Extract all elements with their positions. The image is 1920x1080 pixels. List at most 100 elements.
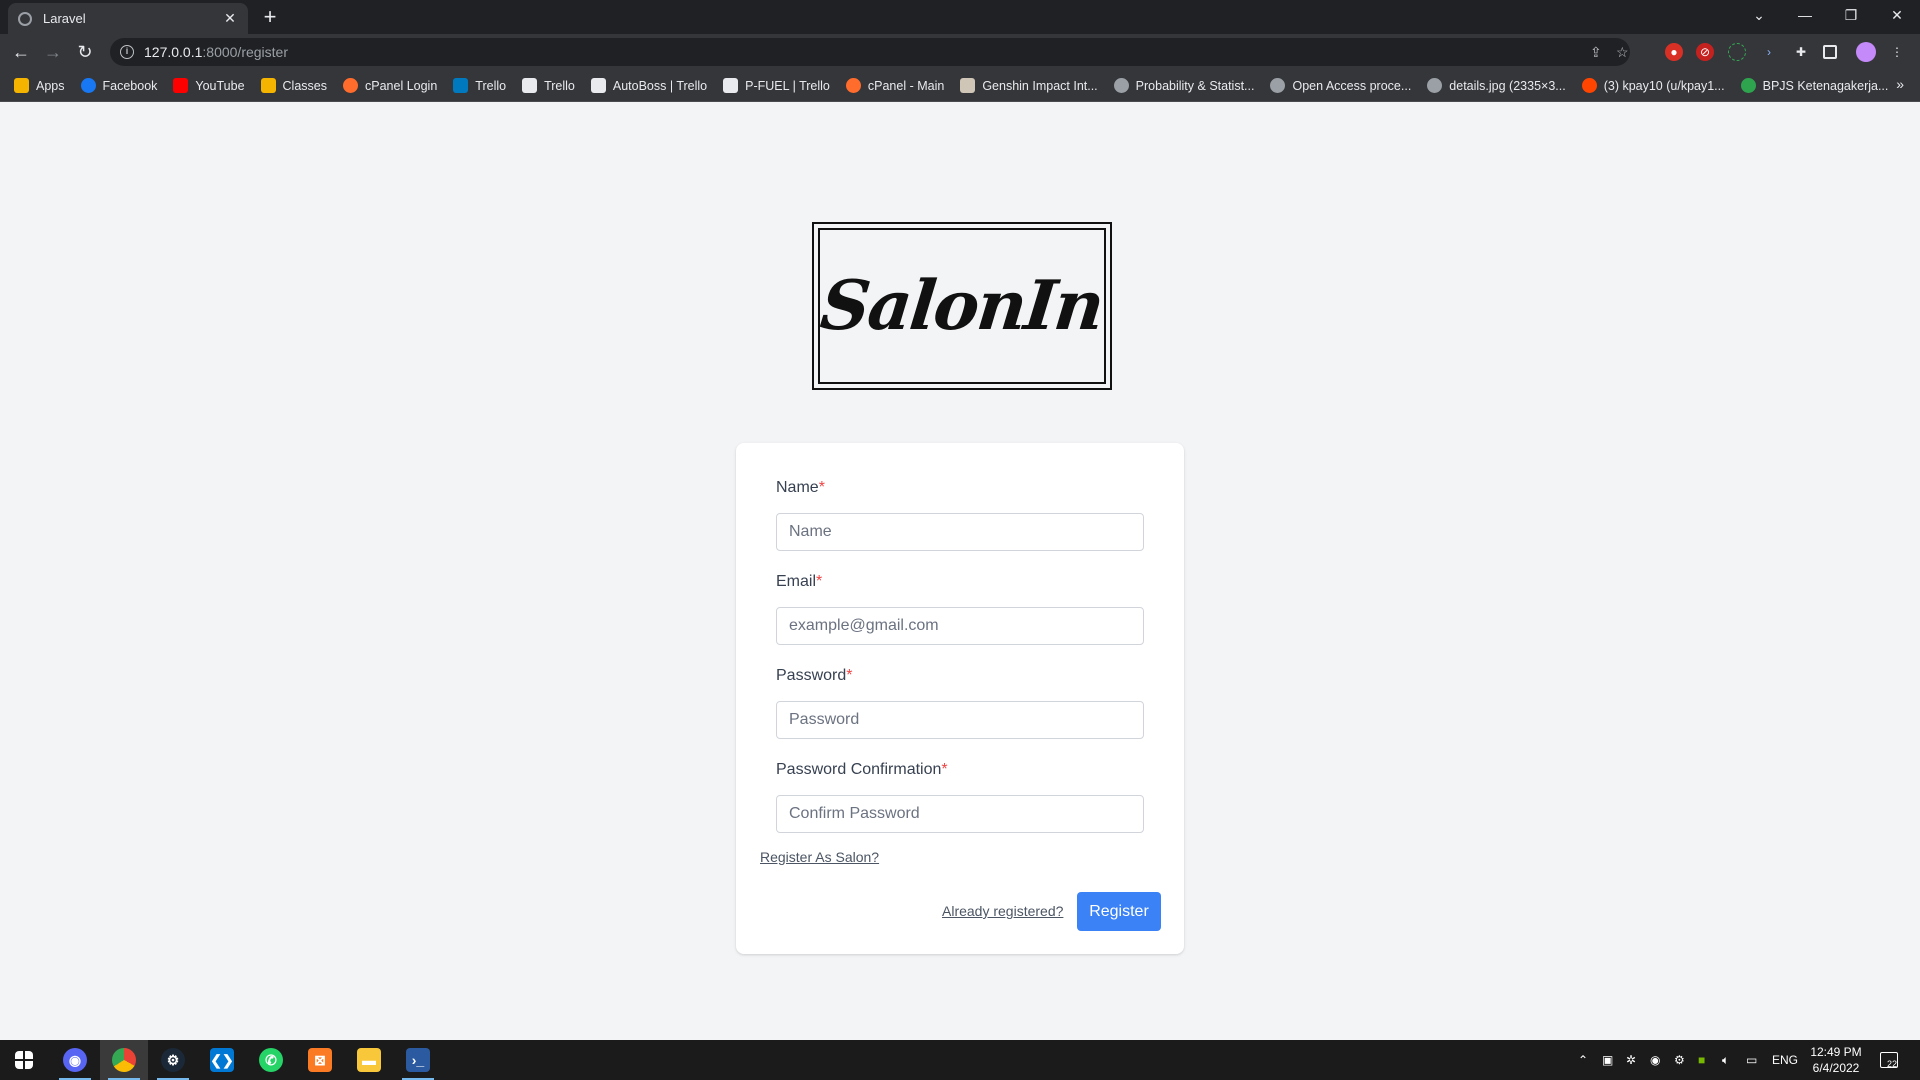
bookmarks-bar: Apps Facebook YouTube Classes cPanel Log…: [0, 70, 1920, 102]
taskbar-whatsapp[interactable]: ✆: [247, 1040, 295, 1080]
browser-tab-bar: Laravel ✕ + ⌄ — ❐ ✕: [0, 0, 1920, 34]
menu-kebab-icon[interactable]: ⋮: [1888, 43, 1906, 61]
address-bar[interactable]: i 127.0.0.1:8000/register ⇪ ☆: [110, 38, 1630, 66]
profile-avatar[interactable]: [1856, 42, 1876, 62]
site-info-icon[interactable]: i: [120, 45, 134, 59]
bookmark-reddit[interactable]: (3) kpay10 (u/kpay1...: [1581, 78, 1725, 93]
taskbar-powershell[interactable]: ›_: [394, 1040, 442, 1080]
salonin-logo: SalonIn: [812, 222, 1112, 390]
name-input[interactable]: [776, 513, 1144, 551]
close-tab-icon[interactable]: ✕: [222, 10, 238, 27]
bookmark-open-access[interactable]: Open Access proce...: [1270, 78, 1411, 93]
forward-button[interactable]: →: [42, 41, 64, 63]
register-page: SalonIn Name* Email* Password* Password …: [0, 102, 1920, 1040]
bookmark-details-jpg[interactable]: details.jpg (2335×3...: [1427, 78, 1566, 93]
password-label: Password*: [776, 667, 1144, 689]
tray-network-icon[interactable]: ▭: [1746, 1040, 1757, 1080]
share-icon[interactable]: ⇪: [1590, 38, 1602, 66]
browser-tab[interactable]: Laravel ✕: [8, 3, 248, 34]
clock-time: 12:49 PM: [1810, 1045, 1862, 1059]
bookmark-apps[interactable]: Apps: [14, 78, 65, 93]
minimize-button[interactable]: —: [1782, 0, 1828, 30]
bookmark-label: cPanel Login: [365, 78, 438, 93]
url-host: 127.0.0.1: [144, 44, 203, 60]
password-input[interactable]: [776, 701, 1144, 739]
bookmark-pfuel[interactable]: P-FUEL | Trello: [723, 78, 830, 93]
bookmark-probability[interactable]: Probability & Statist...: [1113, 78, 1255, 93]
logo-wordmark: SalonIn: [817, 266, 1107, 346]
cpanel-icon: [343, 78, 358, 93]
powershell-icon: ›_: [406, 1048, 430, 1072]
tray-overflow-icon[interactable]: ⌃: [1578, 1040, 1588, 1080]
new-tab-button[interactable]: +: [259, 6, 281, 28]
bookmark-label: BPJS Ketenagakerja...: [1762, 78, 1889, 93]
tray-language[interactable]: ENG: [1772, 1040, 1798, 1080]
register-button[interactable]: Register: [1077, 892, 1161, 931]
bookmark-star-icon[interactable]: ☆: [1616, 38, 1629, 66]
name-field-group: Name*: [776, 479, 1144, 551]
close-window-button[interactable]: ✕: [1874, 0, 1920, 30]
tray-discord-icon[interactable]: ◉: [1650, 1040, 1660, 1080]
password-confirm-label: Password Confirmation*: [776, 761, 1144, 783]
classroom-icon: [260, 78, 276, 93]
bookmark-label: Apps: [36, 78, 65, 93]
taskbar-vscode[interactable]: ❮❯: [198, 1040, 246, 1080]
tray-steam-icon[interactable]: ⚙: [1674, 1040, 1685, 1080]
taskbar-clock[interactable]: 12:49 PM 6/4/2022: [1808, 1044, 1864, 1076]
extension-red-icon[interactable]: ●: [1665, 43, 1683, 61]
browser-toolbar: ← → ↻ i 127.0.0.1:8000/register ⇪ ☆ ● ⊘ …: [0, 34, 1920, 70]
genshin-icon: [960, 78, 976, 93]
already-registered-link[interactable]: Already registered?: [942, 903, 1063, 919]
bookmark-label: Open Access proce...: [1292, 78, 1412, 93]
bookmark-youtube[interactable]: YouTube: [173, 78, 245, 93]
bookmarks-overflow-icon[interactable]: »: [1896, 76, 1904, 92]
reload-button[interactable]: ↻: [74, 41, 96, 63]
bookmark-classes[interactable]: Classes: [260, 78, 327, 93]
trello-icon: [723, 78, 739, 93]
taskbar-chrome[interactable]: [100, 1040, 148, 1080]
tab-search-icon[interactable]: ⌄: [1736, 0, 1782, 30]
bookmark-label: Trello: [475, 78, 507, 93]
trello-icon: [453, 78, 469, 93]
tray-settings-icon[interactable]: ✲: [1626, 1040, 1636, 1080]
extension-dashed-icon[interactable]: [1728, 43, 1746, 61]
tray-nvidia-icon[interactable]: ■: [1698, 1040, 1705, 1080]
bookmark-genshin[interactable]: Genshin Impact Int...: [960, 78, 1098, 93]
extension-block-icon[interactable]: ⊘: [1696, 43, 1714, 61]
tray-volume-icon[interactable]: 🔈︎: [1722, 1040, 1729, 1080]
windows-logo-icon: [15, 1051, 33, 1069]
bookmark-label: Probability & Statist...: [1135, 78, 1255, 93]
bookmark-cpanel-main[interactable]: cPanel - Main: [845, 78, 945, 93]
facebook-icon: [80, 78, 96, 93]
bookmark-bpjs[interactable]: BPJS Ketenagakerja...: [1740, 78, 1889, 93]
bookmark-facebook[interactable]: Facebook: [80, 78, 157, 93]
notification-icon: 22: [1880, 1052, 1898, 1069]
register-as-salon-link[interactable]: Register As Salon?: [760, 849, 879, 865]
restore-button[interactable]: ❐: [1828, 0, 1874, 30]
back-button[interactable]: ←: [10, 41, 32, 63]
bookmark-label: cPanel - Main: [867, 78, 945, 93]
bookmark-label: Genshin Impact Int...: [982, 78, 1098, 93]
bookmark-label: details.jpg (2335×3...: [1449, 78, 1566, 93]
bookmark-trello-2[interactable]: Trello: [522, 78, 575, 93]
globe-icon: [1113, 78, 1129, 93]
notification-center[interactable]: 22: [1880, 1040, 1898, 1080]
email-input[interactable]: [776, 607, 1144, 645]
bookmark-label: Classes: [282, 78, 327, 93]
taskbar-steam[interactable]: ⚙: [149, 1040, 197, 1080]
taskbar-file-explorer[interactable]: ▬: [345, 1040, 393, 1080]
extensions-puzzle-icon[interactable]: ✚: [1792, 43, 1810, 61]
taskbar-discord[interactable]: ◉: [51, 1040, 99, 1080]
tray-app-icon[interactable]: ▣: [1602, 1040, 1613, 1080]
password-confirm-input[interactable]: [776, 795, 1144, 833]
password-label-text: Password: [776, 667, 847, 684]
required-mark: *: [846, 667, 853, 684]
side-panel-icon[interactable]: [1823, 45, 1837, 59]
bookmark-cpanel-login[interactable]: cPanel Login: [343, 78, 437, 93]
bookmark-trello[interactable]: Trello: [453, 78, 506, 93]
bookmark-label: YouTube: [195, 78, 245, 93]
start-button[interactable]: [0, 1040, 48, 1080]
taskbar-xampp[interactable]: ⊠: [296, 1040, 344, 1080]
extension-arrow-icon[interactable]: ›: [1760, 43, 1778, 61]
bookmark-autoboss[interactable]: AutoBoss | Trello: [590, 78, 707, 93]
